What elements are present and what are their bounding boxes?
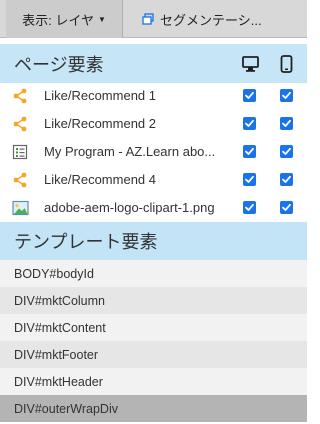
template-element-label: DIV#mktFooter [14, 347, 99, 362]
view-dropdown[interactable]: 表示: レイヤ ▼ [6, 0, 123, 38]
template-element-row[interactable]: DIV#mktHeader [0, 368, 307, 395]
template-element-row[interactable]: BODY#bodyId [0, 260, 307, 287]
mobile-visibility-checkbox[interactable] [280, 117, 293, 130]
page-element-row[interactable]: Like/Recommend 4 [0, 166, 307, 194]
template-element-label: DIV#mktColumn [14, 293, 105, 308]
template-element-label: DIV#mktContent [14, 320, 106, 335]
share-icon [12, 116, 30, 132]
mobile-icon [280, 55, 293, 73]
page-element-label: Like/Recommend 1 [44, 88, 156, 103]
page-element-label: Like/Recommend 4 [44, 172, 156, 187]
desktop-visibility-checkbox[interactable] [243, 117, 256, 130]
template-element-row[interactable]: DIV#outerWrapDiv [0, 395, 307, 422]
page-element-row[interactable]: Like/Recommend 2 [0, 110, 307, 138]
desktop-visibility-checkbox[interactable] [243, 89, 256, 102]
image-icon [12, 200, 30, 216]
page-element-label: My Program - AZ.Learn abo... [44, 144, 216, 159]
page-element-label: Like/Recommend 2 [44, 116, 156, 131]
page-elements-header: ページ要素 [0, 44, 307, 83]
template-element-label: DIV#outerWrapDiv [14, 401, 118, 416]
desktop-visibility-checkbox[interactable] [243, 201, 256, 214]
mobile-visibility-checkbox[interactable] [280, 201, 293, 214]
template-elements-title: テンプレート要素 [14, 232, 158, 252]
template-element-label: DIV#mktHeader [14, 374, 103, 389]
desktop-icon [242, 56, 259, 72]
form-icon [12, 144, 30, 160]
toolbar: 表示: レイヤ ▼ セグメンテーシ... [0, 0, 307, 38]
mobile-visibility-checkbox[interactable] [280, 173, 293, 186]
template-element-row[interactable]: DIV#mktFooter [0, 341, 307, 368]
caret-down-icon: ▼ [97, 14, 106, 24]
mobile-visibility-checkbox[interactable] [280, 89, 293, 102]
template-element-row[interactable]: DIV#mktContent [0, 314, 307, 341]
page-element-label: adobe-aem-logo-clipart-1.png [44, 200, 215, 215]
template-element-row[interactable]: DIV#mktColumn [0, 287, 307, 314]
mobile-visibility-checkbox[interactable] [280, 145, 293, 158]
desktop-visibility-checkbox[interactable] [243, 145, 256, 158]
desktop-visibility-checkbox[interactable] [243, 173, 256, 186]
share-icon [12, 172, 30, 188]
page-element-row[interactable]: Like/Recommend 1 [0, 82, 307, 110]
share-icon [12, 88, 30, 104]
page-element-row[interactable]: adobe-aem-logo-clipart-1.png [0, 194, 307, 222]
page-element-row[interactable]: My Program - AZ.Learn abo... [0, 138, 307, 166]
segmentation-icon [142, 13, 154, 25]
template-element-label: BODY#bodyId [14, 266, 94, 281]
segmentation-label: セグメンテーシ... [160, 12, 262, 28]
view-dropdown-label: 表示: レイヤ [22, 12, 94, 28]
segmentation-button[interactable]: セグメンテーシ... [124, 0, 307, 38]
page-elements-title: ページ要素 [14, 54, 104, 75]
template-elements-header: テンプレート要素 [0, 222, 307, 260]
